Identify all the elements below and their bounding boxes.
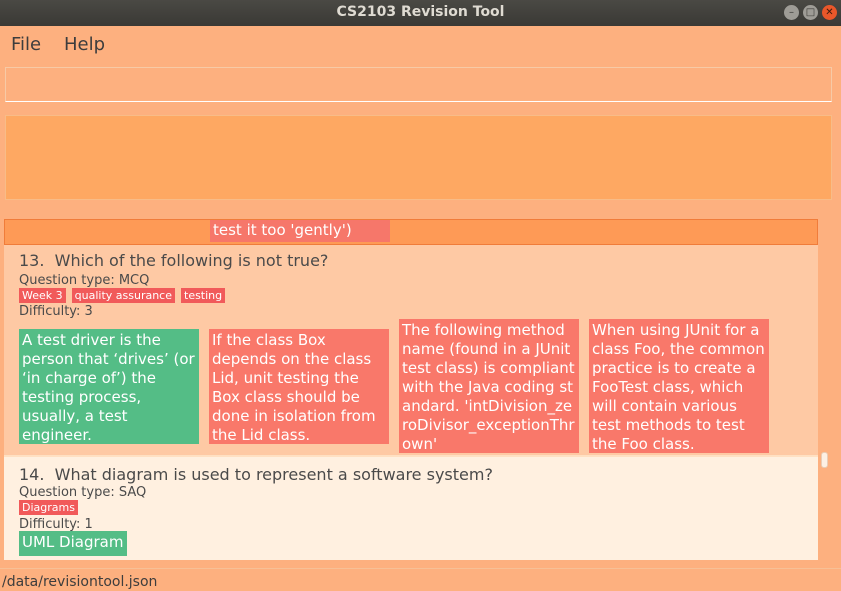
question-text: Which of the following is not true? bbox=[54, 251, 329, 270]
question-title: 13. Which of the following is not true? bbox=[19, 251, 328, 270]
previous-question-card: test it too 'gently') bbox=[4, 219, 818, 245]
status-bar: /data/revisiontool.json bbox=[0, 568, 841, 591]
question-type: Question type: SAQ bbox=[19, 485, 147, 500]
tag-list: Diagrams bbox=[19, 500, 78, 515]
option-correct: UML Diagram bbox=[19, 531, 127, 556]
option-wrong: If the class Box depends on the class Li… bbox=[209, 329, 389, 444]
result-display bbox=[5, 115, 832, 200]
tag-badge: quality assurance bbox=[71, 288, 175, 303]
command-input[interactable] bbox=[5, 67, 832, 102]
question-difficulty: Difficulty: 1 bbox=[19, 517, 93, 532]
title-bar: CS2103 Revision Tool – □ ✕ bbox=[0, 0, 841, 26]
question-type: Question type: MCQ bbox=[19, 273, 150, 288]
tag-list: Week 3 quality assurance testing bbox=[19, 288, 226, 303]
menu-file[interactable]: File bbox=[11, 34, 41, 55]
option-wrong: When using JUnit for a class Foo, the co… bbox=[589, 319, 769, 453]
tag-badge: Week 3 bbox=[19, 288, 66, 303]
tag-badge: Diagrams bbox=[19, 500, 78, 515]
option-wrong: The following method name (found in a JU… bbox=[399, 319, 579, 453]
file-path: /data/revisiontool.json bbox=[2, 574, 158, 590]
menu-help[interactable]: Help bbox=[64, 34, 105, 55]
menu-bar: File Help bbox=[0, 26, 841, 64]
scrollbar-thumb[interactable] bbox=[821, 452, 828, 468]
previous-option: test it too 'gently') bbox=[210, 220, 390, 242]
window-title: CS2103 Revision Tool bbox=[336, 4, 505, 20]
question-card[interactable]: 14. What diagram is used to represent a … bbox=[4, 457, 818, 560]
question-difficulty: Difficulty: 3 bbox=[19, 304, 93, 319]
question-title: 14. What diagram is used to represent a … bbox=[19, 465, 493, 484]
minimize-icon[interactable]: – bbox=[784, 5, 799, 20]
question-number: 13. bbox=[19, 251, 45, 270]
question-number: 14. bbox=[19, 465, 45, 484]
question-card[interactable]: 13. Which of the following is not true? … bbox=[4, 245, 818, 455]
close-icon[interactable]: ✕ bbox=[822, 5, 837, 20]
question-text: What diagram is used to represent a soft… bbox=[54, 465, 493, 484]
option-correct: A test driver is the person that ‘drives… bbox=[19, 329, 199, 444]
question-list[interactable]: test it too 'gently') 13. Which of the f… bbox=[4, 219, 818, 560]
tag-badge: testing bbox=[181, 288, 226, 303]
maximize-icon[interactable]: □ bbox=[803, 5, 818, 20]
